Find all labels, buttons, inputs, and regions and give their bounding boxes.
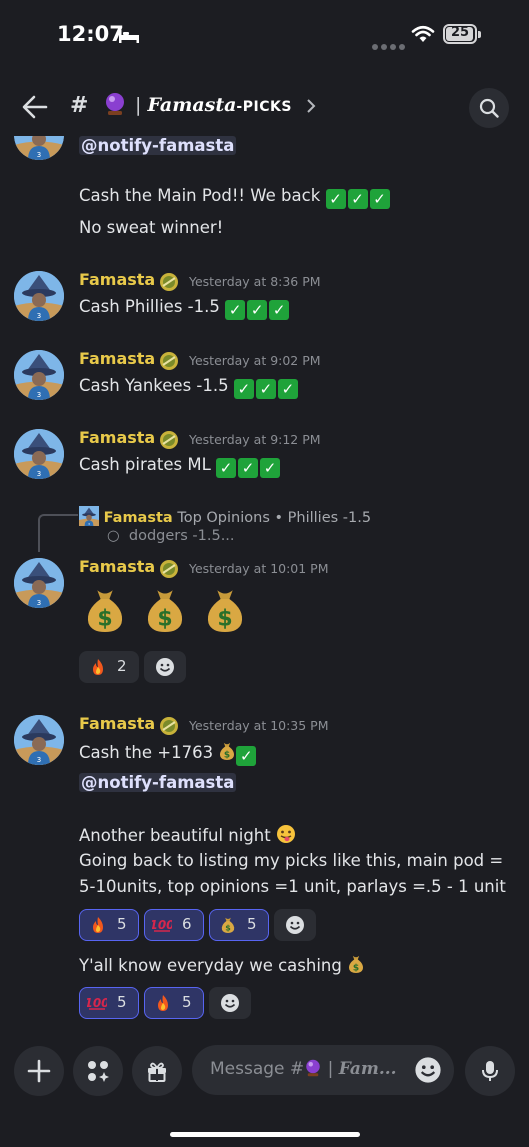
badge-icon xyxy=(159,351,179,371)
check-mark-emoji: ✓ xyxy=(347,189,368,209)
gift-button[interactable] xyxy=(132,1046,182,1096)
reaction-hundred[interactable]: 5 xyxy=(79,987,139,1019)
author-name[interactable]: Famasta xyxy=(79,270,155,289)
author-name[interactable]: Famasta xyxy=(79,349,155,368)
smile-icon xyxy=(285,915,305,935)
reply-connector xyxy=(38,514,78,552)
reaction-fire[interactable]: 5 xyxy=(144,987,204,1019)
reaction-moneybag[interactable]: 5 xyxy=(209,909,269,941)
tongue-face-emoji xyxy=(276,825,295,843)
fire-emoji xyxy=(90,916,106,934)
add-reaction-button[interactable] xyxy=(144,651,186,683)
badge-icon xyxy=(159,716,179,736)
money-bag-emoji xyxy=(143,582,187,638)
fire-emoji xyxy=(90,658,106,676)
timestamp: Yesterday at 8:36 PM xyxy=(189,274,321,289)
avatar[interactable] xyxy=(14,429,64,479)
apps-button[interactable] xyxy=(73,1046,123,1096)
check-mark-emoji: ✓ xyxy=(369,189,390,209)
message-line: Cash pirates ML ✓ ✓ ✓ xyxy=(79,455,282,478)
message-line: Another beautiful night xyxy=(79,824,296,845)
reply-preview[interactable]: Famasta Top Opinions • Phillies -1.5 xyxy=(79,506,371,526)
message-line: 5-10units, top opinions =1 unit, parlays… xyxy=(79,877,506,896)
voice-message-button[interactable] xyxy=(465,1046,515,1096)
add-reaction-button[interactable] xyxy=(274,909,316,941)
timestamp: Yesterday at 9:02 PM xyxy=(189,353,321,368)
hundred-emoji xyxy=(152,917,172,933)
composer-bar: Message # | Fam... xyxy=(0,1036,529,1147)
home-indicator xyxy=(170,1132,360,1137)
timestamp: Yesterday at 10:01 PM xyxy=(189,561,329,576)
badge-icon xyxy=(159,559,179,579)
money-bag-emoji xyxy=(83,582,127,638)
message-line: No sweat winner! xyxy=(79,218,224,237)
reaction-hundred[interactable]: 6 xyxy=(144,909,204,941)
crystal-ball-icon xyxy=(306,1059,320,1077)
avatar[interactable] xyxy=(14,350,64,400)
channel-header: # | Famasta-PICKS xyxy=(0,80,529,136)
chevron-right-icon[interactable] xyxy=(305,98,317,114)
message-line: @notify-famasta xyxy=(79,136,237,155)
status-time: 12:07 xyxy=(57,22,124,46)
moneybag-emoji xyxy=(220,916,236,934)
reply-avatar xyxy=(79,506,99,526)
check-mark-emoji: ✓ xyxy=(325,189,346,209)
message-line: @notify-famasta xyxy=(79,773,237,792)
message-input[interactable]: Message # | Fam... xyxy=(192,1045,454,1095)
hash-icon: # xyxy=(70,93,89,118)
apps-icon xyxy=(88,1061,109,1082)
money-bag-emoji xyxy=(347,954,365,974)
author-name[interactable]: Famasta xyxy=(79,428,155,447)
avatar[interactable] xyxy=(14,715,64,765)
badge-icon xyxy=(159,272,179,292)
gift-icon xyxy=(148,1062,166,1082)
fire-emoji xyxy=(155,994,171,1012)
mention[interactable]: @notify-famasta xyxy=(79,773,237,792)
channel-title[interactable]: | Famasta-PICKS xyxy=(135,94,292,116)
reaction-fire[interactable]: 5 xyxy=(79,909,139,941)
author-name[interactable]: Famasta xyxy=(79,557,155,576)
add-attachment-button[interactable] xyxy=(14,1046,64,1096)
back-arrow-icon[interactable] xyxy=(22,94,48,120)
wifi-icon xyxy=(411,25,435,42)
timestamp: Yesterday at 10:35 PM xyxy=(189,718,329,733)
search-button[interactable] xyxy=(469,88,509,128)
smile-icon xyxy=(155,657,175,677)
message-line: Cash Yankees -1.5 ✓ ✓ ✓ xyxy=(79,376,300,399)
status-bar: 12:07 25 xyxy=(0,0,529,70)
hundred-emoji xyxy=(87,995,107,1011)
message-line: Y'all know everyday we cashing xyxy=(79,954,365,975)
mention[interactable]: @notify-famasta xyxy=(79,136,237,155)
avatar[interactable] xyxy=(14,558,64,608)
emoji-picker-icon[interactable] xyxy=(414,1056,442,1084)
timestamp: Yesterday at 9:12 PM xyxy=(189,432,321,447)
message-list[interactable]: @notify-famasta Cash the Main Pod!! We b… xyxy=(0,136,529,1036)
message-placeholder: Message # | Fam... xyxy=(210,1059,397,1079)
battery-icon: 25 xyxy=(443,24,477,44)
smile-icon xyxy=(220,993,240,1013)
battery-level: 25 xyxy=(450,25,470,40)
plus-icon xyxy=(27,1059,51,1083)
signal-icon xyxy=(372,35,408,54)
avatar[interactable] xyxy=(14,136,64,160)
message-line: Cash the +1763 ✓ xyxy=(79,741,258,766)
message-line: Cash Phillies -1.5 ✓ ✓ ✓ xyxy=(79,297,291,320)
search-icon xyxy=(479,98,499,118)
microphone-icon xyxy=(482,1061,498,1081)
reply-preview-sub: ○ dodgers -1.5... xyxy=(107,528,235,544)
badge-icon xyxy=(159,430,179,450)
add-reaction-button[interactable] xyxy=(209,987,251,1019)
avatar[interactable] xyxy=(14,271,64,321)
reaction-fire[interactable]: 2 xyxy=(79,651,139,683)
sleep-focus-icon xyxy=(119,30,139,43)
author-name[interactable]: Famasta xyxy=(79,714,155,733)
money-bag-emoji xyxy=(203,582,247,638)
crystal-ball-icon xyxy=(106,93,124,115)
message-line: Cash the Main Pod!! We back ✓ ✓ ✓ xyxy=(79,186,392,209)
money-bag-emoji xyxy=(218,741,236,761)
message-line: Going back to listing my picks like this… xyxy=(79,851,504,870)
